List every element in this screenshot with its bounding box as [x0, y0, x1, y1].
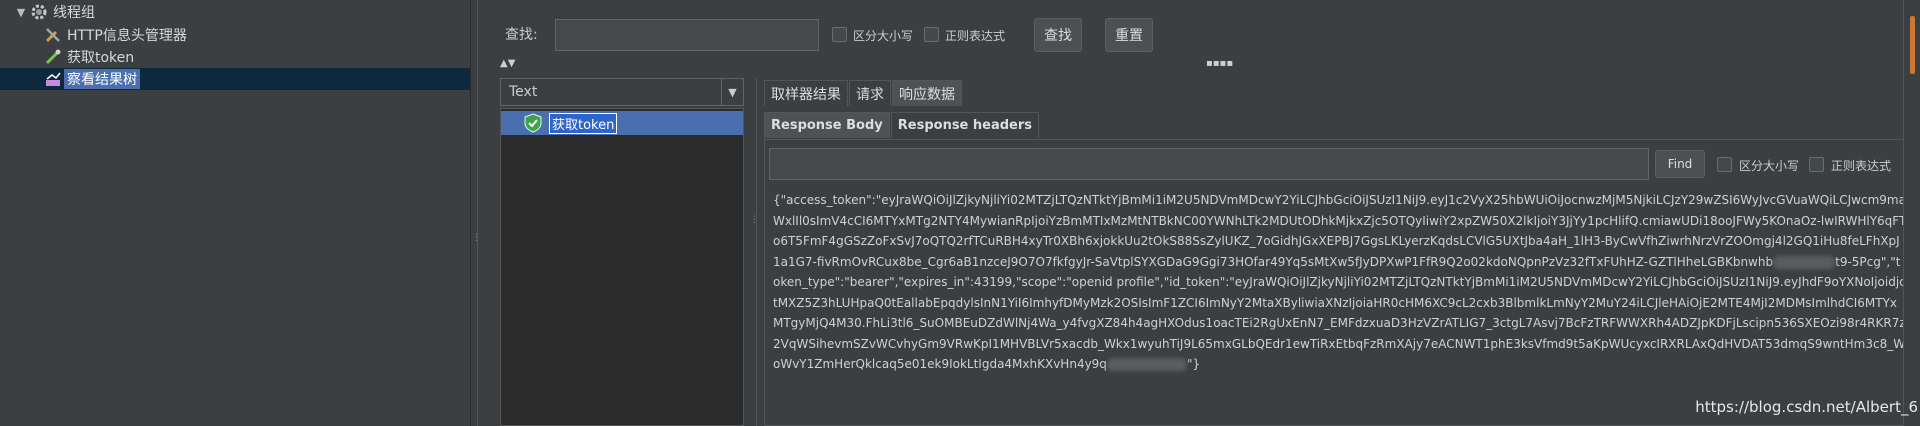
reset-button[interactable]: 重置: [1105, 18, 1153, 52]
vertical-scrollbar[interactable]: [1903, 0, 1920, 426]
response-case-sensitive-checkbox[interactable]: [1717, 157, 1732, 172]
response-regex-checkbox[interactable]: [1809, 157, 1824, 172]
regex-label: 正则表达式: [945, 29, 1006, 43]
tree-item-http-header-manager[interactable]: HTTP信息头管理器: [42, 24, 190, 46]
tree-item-label: 获取token: [67, 50, 135, 66]
wrench-icon: [42, 24, 64, 46]
result-tabs: 取样器结果 请求 响应数据: [764, 80, 963, 106]
response-regex-label: 正则表达式: [1831, 159, 1892, 173]
tree-item-label: 线程组: [53, 5, 95, 21]
sample-result-list: 获取token: [500, 108, 744, 426]
response-sub-tabs: Response Body Response headers: [764, 112, 1040, 138]
renderer-select[interactable]: Text ▼: [500, 78, 744, 106]
tree-item-thread-group[interactable]: ▼ 线程组: [14, 1, 98, 23]
search-input[interactable]: [555, 19, 819, 51]
watermark-text: https://blog.csdn.net/Albert_6: [1695, 398, 1918, 416]
success-shield-icon: [523, 113, 543, 133]
redacted-block: [1106, 358, 1187, 371]
case-sensitive-label: 区分大小写: [853, 29, 914, 43]
tab-response-body[interactable]: Response Body: [764, 112, 890, 138]
main-splitter[interactable]: ⋮: [470, 0, 481, 426]
tree-item-label: HTTP信息头管理器: [67, 28, 187, 44]
search-bar: 查找: 区分大小写 正则表达式 查找 重置: [492, 0, 1920, 56]
response-body-part1: {"access_token":"eyJraWQiOiJlZjkyNjliYi0…: [773, 193, 1907, 269]
tab-request[interactable]: 请求: [849, 80, 891, 106]
tab-sampler-result[interactable]: 取样器结果: [764, 80, 848, 106]
pipette-icon: [42, 46, 64, 68]
renderer-selected-value: Text: [509, 84, 538, 100]
response-search-input[interactable]: [769, 148, 1649, 180]
result-splitter[interactable]: ⋮: [749, 78, 759, 426]
tree-item-label: 察看结果树: [64, 69, 140, 89]
test-plan-tree: ▼ 线程组 HTTP信息头管理器 获取token 察看结果树: [0, 0, 470, 426]
chevron-down-icon[interactable]: ▼: [721, 79, 743, 105]
response-find-button[interactable]: Find: [1655, 150, 1705, 178]
splitter-grip-icon: ⋮: [472, 233, 481, 243]
result-label: 获取token: [549, 112, 618, 134]
response-body-text[interactable]: {"access_token":"eyJraWQiOiJlZjkyNjliYi0…: [769, 190, 1907, 426]
tree-item-view-results-tree[interactable]: 察看结果树: [0, 68, 470, 90]
regex-checkbox[interactable]: [924, 27, 939, 42]
response-body-part3: "}: [1186, 357, 1201, 371]
gear-icon: [28, 1, 50, 23]
expand-arrow-icon[interactable]: ▼: [14, 6, 28, 19]
response-panel: Find 区分大小写 正则表达式 {"access_token":"eyJraW…: [764, 139, 1912, 426]
result-item[interactable]: 获取token: [501, 111, 743, 135]
find-button[interactable]: 查找: [1034, 18, 1082, 52]
collapse-arrows-icon[interactable]: ▲▼: [500, 58, 515, 69]
tab-response-headers[interactable]: Response headers: [890, 112, 1040, 138]
chart-icon: [42, 68, 64, 90]
splitter-grip-icon: ⋮: [750, 215, 759, 225]
divider-grip-icon[interactable]: ▪▪▪▪: [1206, 58, 1233, 69]
find-label: 查找:: [505, 27, 538, 43]
redacted-block: [1773, 255, 1836, 269]
tree-item-get-token[interactable]: 获取token: [42, 46, 137, 68]
response-case-sensitive-label: 区分大小写: [1739, 159, 1800, 173]
tab-response-data[interactable]: 响应数据: [892, 80, 962, 106]
panel-divider: ▲▼ ▪▪▪▪: [492, 56, 1897, 72]
response-body-part2: t9-5Pcg","token_type":"bearer","expires_…: [773, 254, 1906, 372]
scrollbar-thumb[interactable]: [1910, 16, 1915, 74]
case-sensitive-checkbox[interactable]: [832, 27, 847, 42]
